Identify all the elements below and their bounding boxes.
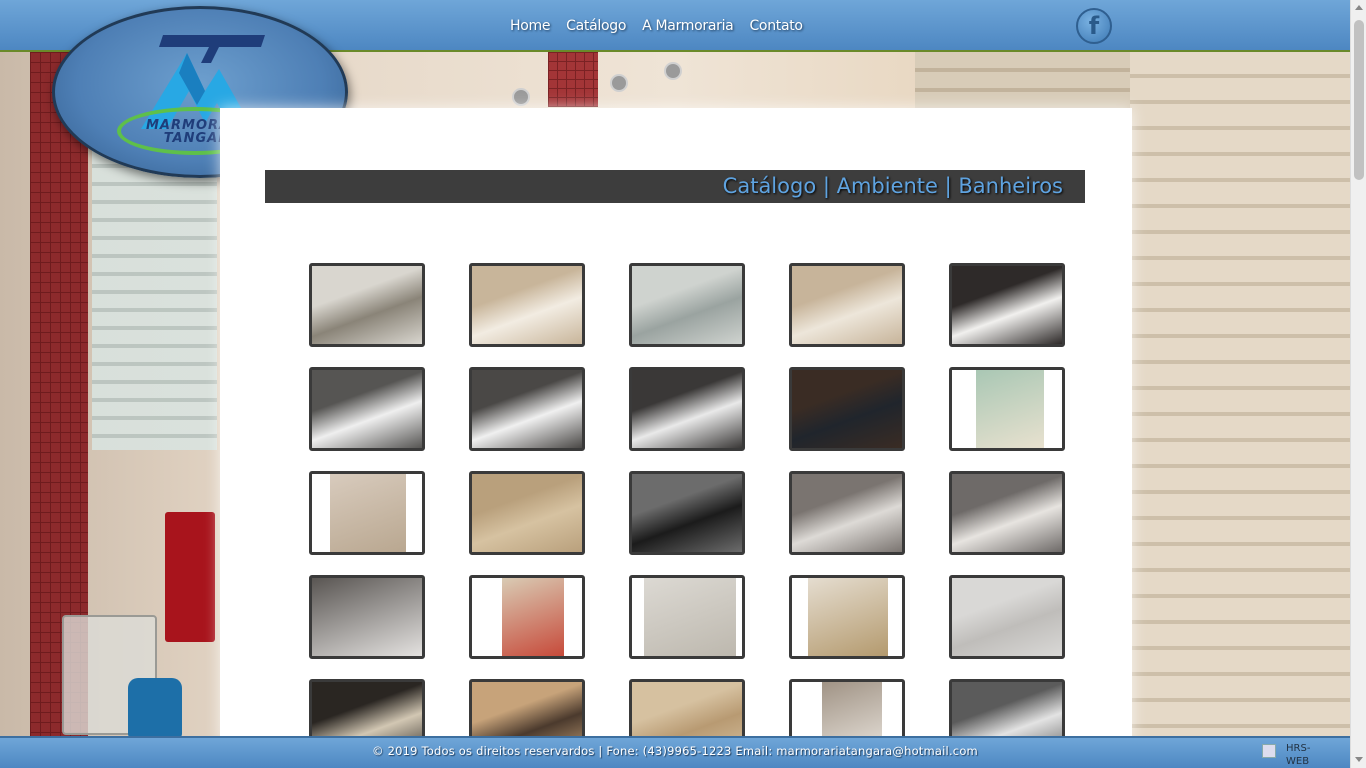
catalog-thumbnail[interactable] (629, 471, 745, 555)
catalog-thumbnail[interactable] (309, 575, 425, 659)
footer-text: © 2019 Todos os direitos reservardos | F… (372, 744, 978, 758)
thumbnail-image (952, 578, 1062, 656)
thumbnail-image (632, 474, 742, 552)
catalog-thumbnail[interactable] (789, 471, 905, 555)
catalog-thumbnail[interactable] (789, 367, 905, 451)
nav-home[interactable]: Home (502, 18, 558, 34)
thumbnail-image (312, 370, 422, 448)
page-title-bar: Catálogo | Ambiente | Banheiros (265, 170, 1085, 203)
thumbnail-image (792, 370, 902, 448)
thumbnail-image (472, 578, 582, 656)
scroll-thumb[interactable] (1354, 20, 1364, 180)
thumbnail-image (632, 370, 742, 448)
thumbnail-image (632, 266, 742, 344)
catalog-thumbnail[interactable] (469, 263, 585, 347)
catalog-thumbnail[interactable] (309, 263, 425, 347)
catalog-thumbnail[interactable] (309, 367, 425, 451)
catalog-thumbnail[interactable] (789, 263, 905, 347)
facebook-icon[interactable]: f (1076, 8, 1112, 44)
page-title: Catálogo | Ambiente | Banheiros (722, 174, 1063, 198)
thumbnail-image (792, 578, 902, 656)
catalog-thumbnail[interactable] (629, 367, 745, 451)
nav-contato[interactable]: Contato (741, 18, 810, 34)
catalog-thumbnail[interactable] (949, 367, 1065, 451)
thumbnail-image (952, 266, 1062, 344)
nav-catalogo[interactable]: Catálogo (558, 18, 634, 34)
thumbnail-image (632, 578, 742, 656)
main-nav: Home Catálogo A Marmoraria Contato (502, 18, 811, 34)
thumbnail-image (472, 370, 582, 448)
catalog-thumbnail[interactable] (949, 263, 1065, 347)
catalog-thumbnail[interactable] (629, 263, 745, 347)
thumbnail-image (792, 266, 902, 344)
catalog-thumbnail[interactable] (629, 575, 745, 659)
credit-text: HRS-WEB (1286, 743, 1311, 767)
broken-image-icon (1262, 744, 1276, 758)
nav-a-marmoraria[interactable]: A Marmoraria (634, 18, 741, 34)
catalog-thumbnail[interactable] (309, 471, 425, 555)
hrs-web-credit[interactable]: HRS-WEB (1262, 742, 1322, 768)
catalog-thumbnail[interactable] (469, 575, 585, 659)
catalog-thumbnail[interactable] (469, 471, 585, 555)
catalog-thumbnail[interactable] (789, 575, 905, 659)
footer-bar: © 2019 Todos os direitos reservardos | F… (0, 736, 1350, 768)
vertical-scrollbar[interactable] (1350, 0, 1366, 768)
thumbnail-image (312, 578, 422, 656)
thumbnail-image (792, 474, 902, 552)
catalog-thumbnail[interactable] (469, 367, 585, 451)
thumbnail-image (312, 474, 422, 552)
catalog-thumbnail[interactable] (949, 471, 1065, 555)
thumbnail-image (312, 266, 422, 344)
thumbnail-image (472, 266, 582, 344)
thumbnail-image (952, 370, 1062, 448)
catalog-thumbnail[interactable] (949, 575, 1065, 659)
scroll-up-arrow-icon[interactable] (1355, 5, 1363, 10)
thumbnail-image (472, 474, 582, 552)
scroll-down-arrow-icon[interactable] (1355, 757, 1363, 762)
thumbnail-image (952, 474, 1062, 552)
